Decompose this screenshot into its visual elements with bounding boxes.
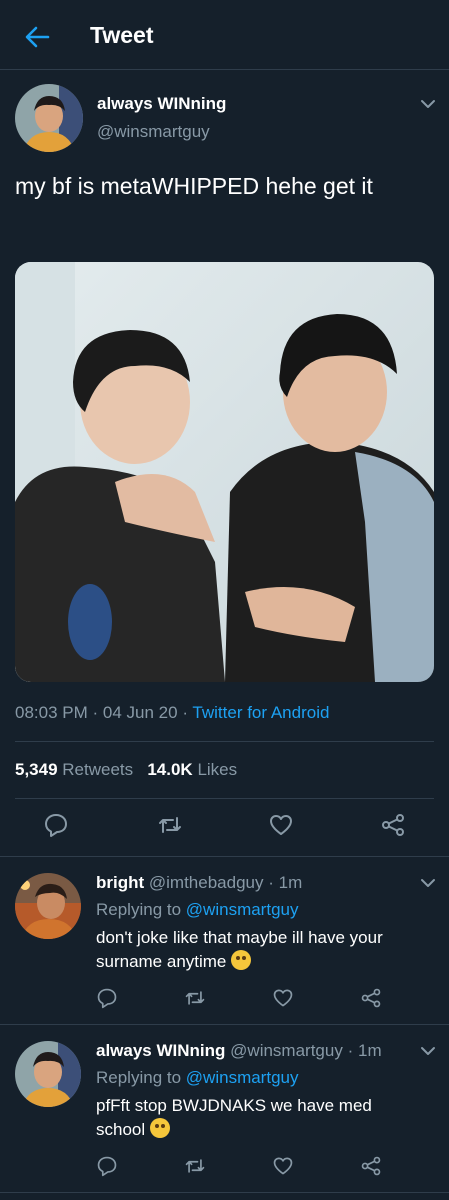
reply-header: always WINning @winsmartguy · 1m xyxy=(96,1039,382,1063)
share-icon[interactable] xyxy=(360,1155,382,1177)
reply-icon[interactable] xyxy=(96,987,118,1009)
divider xyxy=(15,798,434,799)
reply-text-block: pfFft stop BWJDNAKS we have med school xyxy=(96,1094,406,1142)
retweet-icon[interactable] xyxy=(184,987,206,1009)
chevron-down-icon[interactable] xyxy=(420,96,436,112)
meta-separator: · xyxy=(268,873,274,892)
like-icon[interactable] xyxy=(268,812,294,838)
replying-to-prefix: Replying to xyxy=(96,900,182,919)
author-name[interactable]: always WINning xyxy=(97,94,226,114)
author-avatar[interactable] xyxy=(15,84,83,152)
replying-to-handle[interactable]: @winsmartguy xyxy=(186,900,299,919)
reply-age: 1m xyxy=(278,873,303,892)
tweet-text: my bf is metaWHIPPED hehe get it xyxy=(15,173,373,199)
retweets-label[interactable]: Retweets xyxy=(62,760,133,779)
tongue-face-emoji xyxy=(149,1118,170,1138)
share-icon[interactable] xyxy=(360,987,382,1009)
replying-to-line: Replying to @winsmartguy xyxy=(96,898,298,922)
flushed-face-emoji xyxy=(231,950,252,970)
reply-actions xyxy=(0,987,449,1017)
reply-author-name[interactable]: bright xyxy=(96,873,144,892)
retweets-count[interactable]: 5,349 xyxy=(15,760,58,779)
likes-label[interactable]: Likes xyxy=(197,760,237,779)
tweet-date: 04 Jun 20 xyxy=(102,703,178,722)
reply-text-block: don't joke like that maybe ill have your… xyxy=(96,926,426,974)
reply-age: 1m xyxy=(357,1041,382,1060)
meta-separator: · xyxy=(182,703,188,722)
like-icon[interactable] xyxy=(272,1155,294,1177)
meta-separator: · xyxy=(347,1041,354,1060)
reply-text: pfFft stop BWJDNAKS we have med school xyxy=(96,1096,372,1139)
likes-count[interactable]: 14.0K xyxy=(147,760,192,779)
chevron-down-icon[interactable] xyxy=(420,875,436,891)
retweet-icon[interactable] xyxy=(184,1155,206,1177)
author-handle[interactable]: @winsmartguy xyxy=(97,122,210,142)
tweet-time: 08:03 PM xyxy=(15,703,88,722)
reply-icon[interactable] xyxy=(43,812,69,838)
reply-author-handle[interactable]: @imthebadguy xyxy=(149,873,264,892)
divider xyxy=(15,741,434,742)
replying-to-handle[interactable]: @winsmartguy xyxy=(186,1068,299,1087)
reply-tweet[interactable]: always WINning @winsmartguy · 1m Replyin… xyxy=(0,1025,449,1200)
tweet-meta: 08:03 PM · 04 Jun 20 · Twitter for Andro… xyxy=(15,703,329,723)
top-app-bar: Tweet xyxy=(0,0,449,70)
reply-actions xyxy=(0,1155,449,1185)
replying-to-prefix: Replying to xyxy=(96,1068,182,1087)
replying-to-line: Replying to @winsmartguy xyxy=(96,1066,298,1090)
share-icon[interactable] xyxy=(380,812,406,838)
reply-header: bright @imthebadguy · 1m xyxy=(96,871,302,895)
tweet-photo[interactable] xyxy=(15,262,434,682)
tweet-stats: 5,349 Retweets 14.0K Likes xyxy=(15,760,237,780)
reply-author-name[interactable]: always WINning xyxy=(96,1041,225,1060)
retweet-icon[interactable] xyxy=(157,812,183,838)
reply-tweet[interactable]: bright @imthebadguy · 1m Replying to @wi… xyxy=(0,857,449,1023)
chevron-down-icon[interactable] xyxy=(420,1043,436,1059)
like-icon[interactable] xyxy=(272,987,294,1009)
tweet-source-link[interactable]: Twitter for Android xyxy=(192,703,329,722)
back-arrow-icon[interactable] xyxy=(20,20,54,54)
tweet-actions xyxy=(0,812,449,842)
divider xyxy=(0,1192,449,1193)
reply-author-avatar[interactable] xyxy=(15,1041,81,1107)
reply-icon[interactable] xyxy=(96,1155,118,1177)
meta-separator: · xyxy=(92,703,99,722)
page-title: Tweet xyxy=(90,22,154,48)
reply-author-avatar[interactable] xyxy=(15,873,81,939)
reply-author-handle[interactable]: @winsmartguy xyxy=(230,1041,343,1060)
